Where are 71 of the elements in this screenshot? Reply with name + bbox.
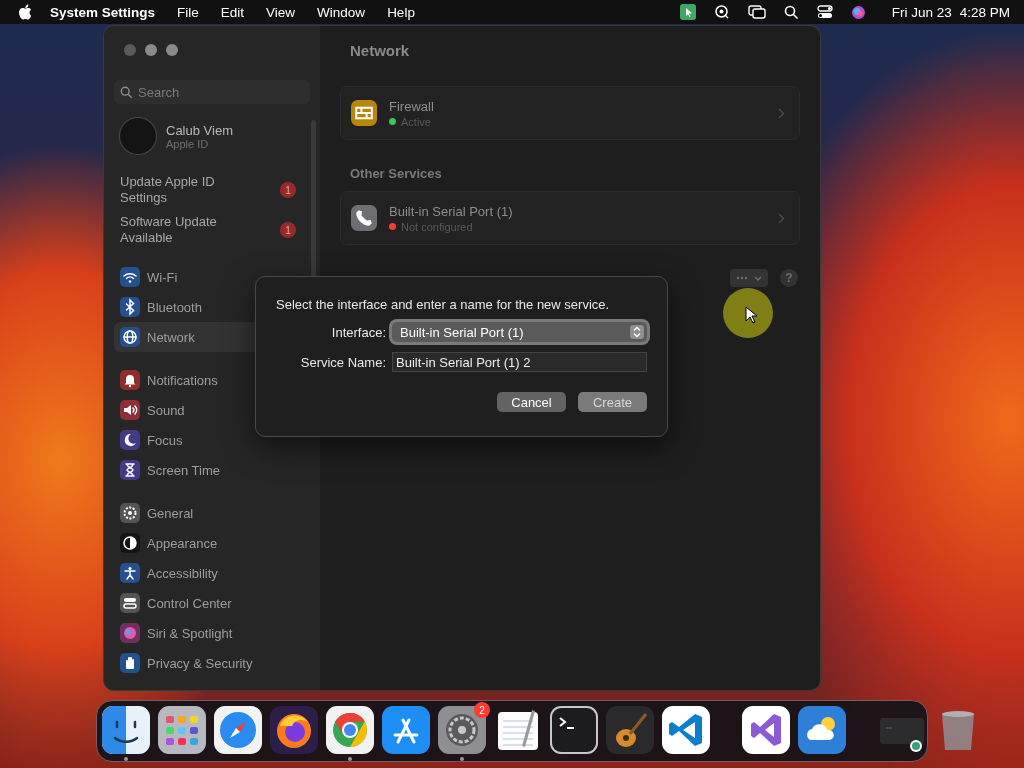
window-control-button[interactable] <box>145 44 157 56</box>
menu-bar-date: Fri Jun 23 <box>891 4 952 20</box>
notification-badge: 2 <box>474 702 490 718</box>
sidebar-item[interactable]: Accessibility <box>114 558 276 588</box>
terminal-icon[interactable] <box>550 706 598 754</box>
search-field[interactable]: Search <box>114 80 310 104</box>
sidebar-item[interactable]: Focus <box>114 425 276 455</box>
window-control-button[interactable] <box>166 44 178 56</box>
menu-item[interactable]: File <box>177 4 199 20</box>
sidebar-item[interactable]: Wi-Fi <box>114 262 276 292</box>
account-name[interactable]: Calub Viem <box>166 122 233 138</box>
chevron-down-icon <box>754 275 762 281</box>
field-label: Interface: <box>330 324 386 340</box>
cloud-sun-icon[interactable] <box>798 706 846 754</box>
guitar-icon[interactable] <box>606 706 654 754</box>
account-subtitle: Apple ID <box>166 137 210 150</box>
pointer-icon[interactable] <box>679 4 696 20</box>
sidebar-item[interactable]: Privacy & Security <box>114 648 276 678</box>
section-heading: Other Services <box>350 166 443 181</box>
compass-icon[interactable] <box>214 706 262 754</box>
service-status: Active <box>401 115 431 128</box>
gear-icon[interactable] <box>438 706 486 754</box>
code-ribbon-icon[interactable] <box>662 706 710 754</box>
brick-wall-icon <box>351 100 377 126</box>
up-down-arrows-icon <box>630 325 644 339</box>
fox-globe-icon[interactable] <box>270 706 318 754</box>
sidebar-item[interactable]: Sound <box>114 395 276 425</box>
chevron-right-icon <box>778 212 785 224</box>
dialog-button[interactable]: Create <box>578 392 647 412</box>
service-name: Firewall <box>389 98 435 114</box>
interface-dropdown[interactable]: Built-in Serial Port (1) <box>392 322 647 342</box>
infinity-ribbon-icon[interactable] <box>742 706 790 754</box>
phone-icon <box>351 205 377 231</box>
windows-icon[interactable] <box>747 4 766 20</box>
menu-item[interactable]: Window <box>317 4 366 20</box>
control-center-icon[interactable] <box>816 5 833 19</box>
siri-icon[interactable] <box>850 4 866 20</box>
sidebar-item[interactable]: Siri & Spotlight <box>114 618 276 648</box>
menu-bar-time: 4:28 PM <box>959 4 1010 20</box>
menu-item[interactable]: View <box>266 4 296 20</box>
dialog-button[interactable]: Cancel <box>497 392 566 412</box>
letter-a-icon[interactable] <box>382 706 430 754</box>
dialog-message: Select the interface and enter a name for the new service. <box>276 297 611 312</box>
apple-logo-icon[interactable] <box>18 4 32 20</box>
face-icon[interactable] <box>102 706 150 754</box>
sidebar-item[interactable]: Control Center <box>114 588 276 618</box>
sidebar-item[interactable]: Screen Time <box>114 455 276 485</box>
avatar <box>120 118 156 154</box>
search-icon[interactable] <box>783 4 799 20</box>
notification-badge: 1 <box>280 222 296 238</box>
menu-item[interactable]: Help <box>387 4 415 20</box>
cursor-icon <box>745 306 757 324</box>
sidebar-item[interactable]: Bluetooth <box>114 292 276 322</box>
notice-item[interactable]: Software Update Available <box>120 214 240 246</box>
screen-record-icon[interactable] <box>713 4 730 20</box>
notification-badge: 1 <box>280 182 296 198</box>
service-name-field[interactable]: Built-in Serial Port (1) 2 <box>392 352 647 372</box>
chevron-right-icon <box>778 107 785 119</box>
service-row[interactable]: Firewall Active <box>340 86 800 140</box>
app-grid-icon[interactable] <box>158 706 206 754</box>
field-label: Service Name: <box>299 354 386 370</box>
sidebar-item[interactable]: Notifications <box>114 365 276 395</box>
more-menu-button[interactable] <box>730 269 768 287</box>
sidebar-item[interactable]: General <box>114 498 276 528</box>
app-menu[interactable]: System Settings <box>50 4 156 20</box>
sidebar-item[interactable]: Appearance <box>114 528 276 558</box>
service-name: Built-in Serial Port (1) <box>389 203 514 219</box>
menu-item[interactable]: Edit <box>220 4 245 20</box>
ellipsis-icon <box>736 276 748 280</box>
page-title: Network <box>350 42 411 61</box>
notice-item[interactable]: Update Apple ID Settings <box>120 174 240 206</box>
